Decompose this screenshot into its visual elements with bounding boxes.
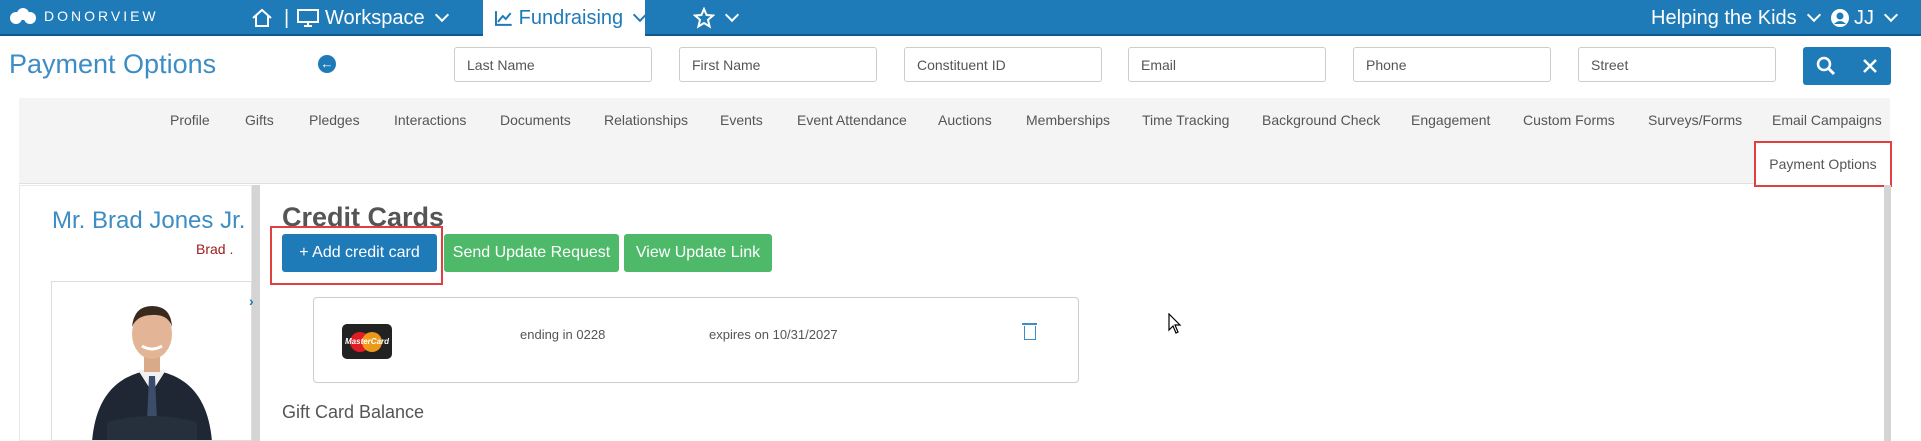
- workspace-menu[interactable]: Workspace: [297, 0, 449, 36]
- tab-relationships[interactable]: Relationships: [604, 112, 688, 128]
- tab-engagement[interactable]: Engagement: [1411, 112, 1490, 128]
- donorview-logo[interactable]: DONORVIEW: [8, 6, 159, 26]
- chevron-down-icon: [633, 7, 648, 23]
- card-expiration: expires on 10/31/2027: [709, 327, 838, 342]
- home-icon: [252, 8, 272, 27]
- email-input[interactable]: [1128, 47, 1326, 82]
- workspace-label: Workspace: [325, 6, 425, 29]
- phone-input[interactable]: [1353, 47, 1551, 82]
- card-ending: ending in 0228: [520, 327, 606, 342]
- street-input[interactable]: [1578, 47, 1776, 82]
- avatar: [52, 282, 251, 440]
- page-title: Payment Options: [9, 49, 217, 79]
- tab-pledges[interactable]: Pledges: [309, 112, 360, 128]
- monitor-icon: [297, 9, 319, 27]
- user-initials: JJ: [1854, 6, 1874, 29]
- organization-menu[interactable]: Helping the Kids: [1651, 0, 1821, 36]
- donor-name[interactable]: Mr. Brad Jones Jr.: [52, 207, 245, 235]
- logo-icon: [10, 8, 36, 24]
- tab-gifts[interactable]: Gifts: [245, 112, 274, 128]
- credit-card-row: [313, 297, 1079, 383]
- chevron-down-icon: [434, 7, 449, 23]
- chevron-down-icon: [724, 7, 740, 23]
- tab-background-check[interactable]: Background Check: [1262, 112, 1380, 128]
- send-update-request-button[interactable]: Send Update Request: [444, 234, 619, 272]
- tab-time-tracking[interactable]: Time Tracking: [1142, 112, 1229, 128]
- user-menu[interactable]: JJ: [1830, 0, 1899, 36]
- right-scroll-border: [1884, 185, 1891, 441]
- tab-profile[interactable]: Profile: [170, 112, 210, 128]
- tab-payment-options[interactable]: Payment Options: [1754, 141, 1892, 187]
- nav-separator: |: [284, 6, 290, 29]
- logo-text: DONORVIEW: [44, 8, 159, 24]
- chevron-down-icon: [1883, 7, 1899, 23]
- fundraising-label: Fundraising: [518, 6, 624, 29]
- organization-label: Helping the Kids: [1651, 6, 1797, 29]
- subtabs-bar: [19, 98, 1890, 184]
- top-navigation-bar: DONORVIEW | Workspace Fundraising Helpin…: [0, 0, 1921, 36]
- tab-email-campaigns[interactable]: Email Campaigns: [1772, 112, 1882, 128]
- tab-events[interactable]: Events: [720, 112, 763, 128]
- home-button[interactable]: [251, 0, 273, 36]
- chevron-down-icon: [1806, 7, 1821, 23]
- star-icon: [693, 7, 715, 29]
- tab-memberships[interactable]: Memberships: [1026, 112, 1110, 128]
- fundraising-menu[interactable]: Fundraising: [483, 0, 648, 36]
- back-button[interactable]: ←: [318, 55, 336, 73]
- tab-custom-forms[interactable]: Custom Forms: [1523, 112, 1615, 128]
- tab-interactions[interactable]: Interactions: [394, 112, 466, 128]
- close-icon[interactable]: [1862, 58, 1878, 74]
- view-update-link-button[interactable]: View Update Link: [624, 234, 772, 272]
- first-name-input[interactable]: [679, 47, 877, 82]
- chart-line-icon: [495, 11, 512, 26]
- gift-card-balance-title: Gift Card Balance: [282, 402, 425, 422]
- mouse-cursor-icon: [1168, 313, 1182, 334]
- constituent-id-input[interactable]: [904, 47, 1102, 82]
- add-credit-card-button[interactable]: + Add credit card: [282, 234, 437, 272]
- tab-documents[interactable]: Documents: [500, 112, 571, 128]
- favorites-menu[interactable]: [693, 0, 740, 36]
- search-actions: [1803, 47, 1891, 85]
- donor-photo: [51, 281, 252, 441]
- search-icon[interactable]: [1816, 56, 1836, 76]
- tab-surveys-forms[interactable]: Surveys/Forms: [1648, 112, 1742, 128]
- tab-auctions[interactable]: Auctions: [938, 112, 992, 128]
- trash-icon[interactable]: [1022, 323, 1037, 340]
- panel-divider[interactable]: [252, 185, 260, 441]
- chevron-right-icon[interactable]: ›: [249, 293, 254, 309]
- tab-event-attendance[interactable]: Event Attendance: [797, 112, 907, 128]
- donor-short-name: Brad .: [196, 241, 234, 257]
- last-name-input[interactable]: [454, 47, 652, 82]
- mastercard-icon: MasterCard: [342, 324, 392, 359]
- arrow-left-icon: ←: [320, 56, 334, 71]
- card-brand: MasterCard: [345, 337, 390, 346]
- user-icon: [1831, 9, 1849, 27]
